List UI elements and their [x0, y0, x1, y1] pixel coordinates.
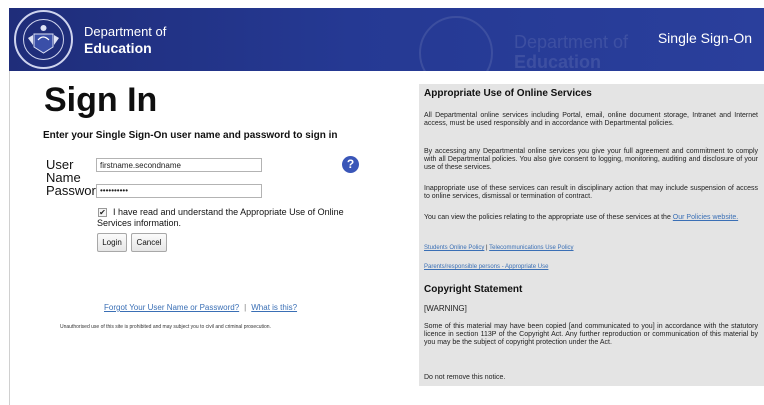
- question-icon[interactable]: ?: [342, 156, 359, 173]
- password-input[interactable]: ••••••••••: [96, 184, 262, 198]
- sign-in-instructions: Enter your Single Sign-On user name and …: [43, 130, 338, 141]
- help-links: Forgot Your User Name or Password? | What …: [104, 303, 297, 312]
- username-input[interactable]: [96, 158, 262, 172]
- watermark-line2: Education: [514, 52, 602, 71]
- terms-checkbox-label: I have read and understand the Appropria…: [97, 207, 344, 228]
- government-crest-logo: [14, 10, 73, 69]
- watermark-line1: Department of: [514, 32, 629, 52]
- what-is-this-link[interactable]: What is this?: [251, 303, 297, 312]
- username-label: User Name: [46, 158, 81, 184]
- our-policies-link[interactable]: Our Policies website.: [673, 214, 738, 221]
- paragraph-services: All Departmental online services includi…: [424, 112, 758, 127]
- legal-notice: Unauthorised use of this site is prohibi…: [60, 324, 271, 330]
- paragraph-consequences: Inappropriate use of these services can …: [424, 185, 758, 200]
- forgot-credentials-link[interactable]: Forgot Your User Name or Password?: [104, 303, 239, 312]
- department-name: Department of Education: [84, 24, 166, 56]
- warning-label: [WARNING]: [424, 304, 467, 313]
- do-not-remove-notice: Do not remove this notice.: [424, 374, 506, 381]
- cancel-button[interactable]: Cancel: [131, 233, 167, 252]
- page-title: Sign In: [44, 81, 158, 119]
- copyright-text: Some of this material may have been copi…: [424, 323, 758, 346]
- link-separator: |: [244, 303, 247, 312]
- password-label: Password: [46, 183, 104, 198]
- single-sign-on-label: Single Sign-On: [657, 30, 752, 46]
- terms-checkbox[interactable]: ✔: [98, 208, 107, 217]
- department-line2: Education: [84, 40, 152, 56]
- appropriate-use-heading: Appropriate Use of Online Services: [424, 88, 592, 99]
- parents-policy-link[interactable]: Parents/responsible persons - Appropriat…: [424, 264, 548, 270]
- watermark-crest: [419, 16, 493, 71]
- telecommunications-policy-link[interactable]: Telecommunications Use Policy: [489, 245, 573, 251]
- parents-policy-row: Parents/responsible persons - Appropriat…: [424, 263, 758, 271]
- header-banner: Department of Education Department of Ed…: [9, 8, 764, 71]
- copyright-heading: Copyright Statement: [424, 284, 523, 295]
- policy-link-separator: |: [486, 245, 488, 251]
- information-panel: Appropriate Use of Online Services All D…: [419, 84, 764, 386]
- policy-links: Students Online Policy | Telecommunicati…: [424, 244, 758, 252]
- policies-text: You can view the policies relating to th…: [424, 214, 671, 221]
- students-online-policy-link[interactable]: Students Online Policy: [424, 245, 484, 251]
- paragraph-policies: You can view the policies relating to th…: [424, 214, 758, 222]
- department-line1: Department of: [84, 24, 167, 39]
- paragraph-agreement: By accessing any Departmental online ser…: [424, 148, 758, 171]
- sign-in-panel: Sign In Enter your Single Sign-On user n…: [9, 71, 411, 405]
- login-button[interactable]: Login: [97, 233, 127, 252]
